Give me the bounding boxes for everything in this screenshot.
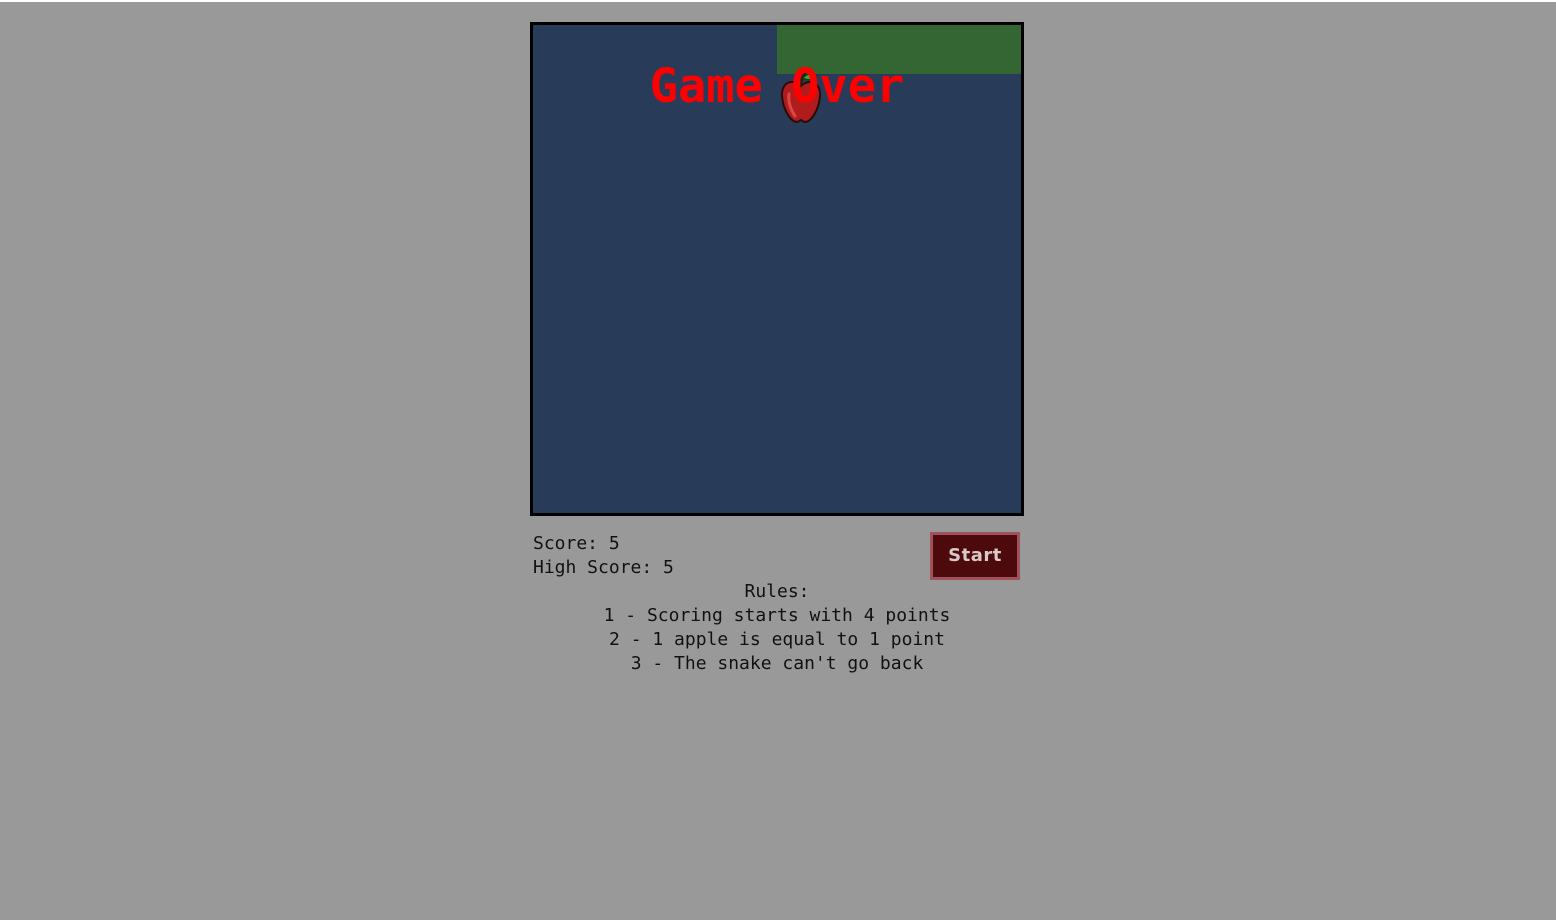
rules-title: Rules: bbox=[744, 581, 810, 602]
start-button[interactable]: Start bbox=[930, 532, 1020, 580]
rule-item-3: 3 - The snake can't go back bbox=[630, 653, 924, 674]
game-board[interactable]: Game Over bbox=[530, 22, 1024, 516]
rules-section: Rules: 1 - Scoring starts with 4 points … bbox=[530, 580, 1024, 676]
score-display: Score: 5 bbox=[533, 533, 620, 554]
info-panel: Score: 5 High Score: 5 Start Rules: 1 - … bbox=[530, 532, 1024, 692]
game-over-text: Game Over bbox=[649, 59, 905, 114]
rule-item-1: 1 - Scoring starts with 4 points bbox=[603, 605, 951, 626]
page-top-strip bbox=[0, 0, 1556, 2]
high-score-display: High Score: 5 bbox=[533, 557, 674, 578]
rule-item-2: 2 - 1 apple is equal to 1 point bbox=[609, 629, 945, 650]
